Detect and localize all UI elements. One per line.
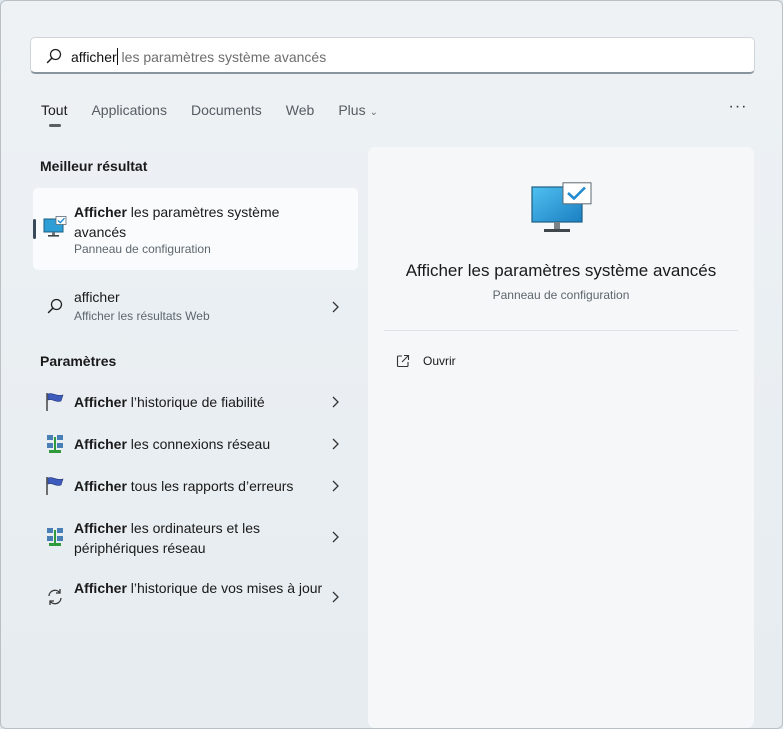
- label-bold: Afficher: [74, 436, 127, 452]
- best-match-subtitle: Panneau de configuration: [74, 242, 211, 256]
- label-bold: Afficher: [74, 580, 127, 596]
- label-bold: Afficher: [74, 478, 127, 494]
- chevron-right-icon: [332, 591, 339, 603]
- best-match-result[interactable]: Afficher les paramètres système avancés …: [33, 188, 358, 270]
- settings-item-update-history[interactable]: Afficher l’historique de vos mises à jou…: [33, 578, 358, 620]
- settings-item-reliability[interactable]: Afficher l’historique de fiabilité: [33, 392, 358, 414]
- chevron-right-icon: [332, 396, 339, 408]
- settings-item-label: Afficher l’historique de fiabilité: [74, 392, 324, 412]
- more-options-button[interactable]: ···: [727, 98, 749, 118]
- web-result-subtitle: Afficher les résultats Web: [74, 309, 210, 323]
- divider: [384, 330, 738, 331]
- chevron-right-icon: [332, 438, 339, 450]
- label-bold: Afficher: [74, 394, 127, 410]
- search-suggestion-text: les paramètres système avancés: [117, 49, 327, 65]
- preview-title: Afficher les paramètres système avancés: [405, 261, 717, 280]
- search-input[interactable]: afficher les paramètres système avancés: [30, 37, 755, 74]
- open-button-label: Ouvrir: [423, 354, 456, 368]
- tab-more[interactable]: Plus ⌄: [338, 102, 378, 128]
- search-typed-text: afficher: [71, 49, 117, 65]
- label-bold: Afficher: [74, 520, 127, 536]
- settings-item-label: Afficher les ordinateurs et les périphér…: [74, 518, 324, 558]
- label-rest: l’historique de fiabilité: [126, 394, 265, 410]
- chevron-right-icon: [332, 301, 339, 313]
- tab-applications[interactable]: Applications: [91, 102, 167, 128]
- system-settings-monitor-icon: [43, 216, 67, 237]
- settings-item-label: Afficher l’historique de vos mises à jou…: [74, 578, 324, 598]
- error-report-flag-icon: [46, 477, 64, 495]
- chevron-right-icon: [332, 480, 339, 492]
- best-match-title-bold: Afficher: [74, 204, 127, 220]
- label-rest: l’historique de vos mises à jour: [126, 580, 323, 596]
- network-devices-icon: [47, 528, 63, 546]
- tab-all[interactable]: Tout: [41, 102, 67, 128]
- filter-tabs: Tout Applications Documents Web Plus ⌄: [41, 102, 402, 128]
- preview-subtitle: Panneau de configuration: [492, 288, 630, 302]
- chevron-down-icon: ⌄: [369, 107, 378, 118]
- settings-item-error-reports[interactable]: Afficher tous les rapports d’erreurs: [33, 476, 358, 498]
- system-settings-monitor-icon: [531, 182, 592, 232]
- tab-more-label: Plus: [338, 102, 366, 118]
- search-icon: [46, 48, 62, 64]
- web-search-result[interactable]: afficher Afficher les résultats Web: [33, 287, 358, 327]
- open-external-icon: [396, 354, 410, 368]
- best-match-heading: Meilleur résultat: [40, 158, 148, 174]
- preview-pane: Afficher les paramètres système avancés …: [368, 147, 754, 728]
- best-match-title: Afficher les paramètres système avancés: [74, 202, 324, 242]
- web-result-title: afficher: [74, 289, 120, 305]
- settings-item-network-devices[interactable]: Afficher les ordinateurs et les périphér…: [33, 518, 358, 560]
- network-icon: [47, 435, 63, 453]
- settings-item-label: Afficher les connexions réseau: [74, 434, 324, 454]
- reliability-flag-icon: [46, 393, 64, 411]
- update-sync-icon: [48, 589, 62, 605]
- selection-indicator: [33, 219, 36, 239]
- label-rest: les connexions réseau: [126, 436, 271, 452]
- tab-documents[interactable]: Documents: [191, 102, 262, 128]
- settings-heading: Paramètres: [40, 353, 117, 369]
- tab-web[interactable]: Web: [286, 102, 315, 128]
- settings-item-network-connections[interactable]: Afficher les connexions réseau: [33, 434, 358, 456]
- search-icon: [47, 298, 63, 314]
- open-button[interactable]: Ouvrir: [396, 351, 456, 371]
- search-window: afficher les paramètres système avancés …: [0, 0, 783, 729]
- settings-item-label: Afficher tous les rapports d’erreurs: [74, 476, 324, 496]
- chevron-right-icon: [332, 531, 339, 543]
- label-rest: tous les rapports d’erreurs: [126, 478, 294, 494]
